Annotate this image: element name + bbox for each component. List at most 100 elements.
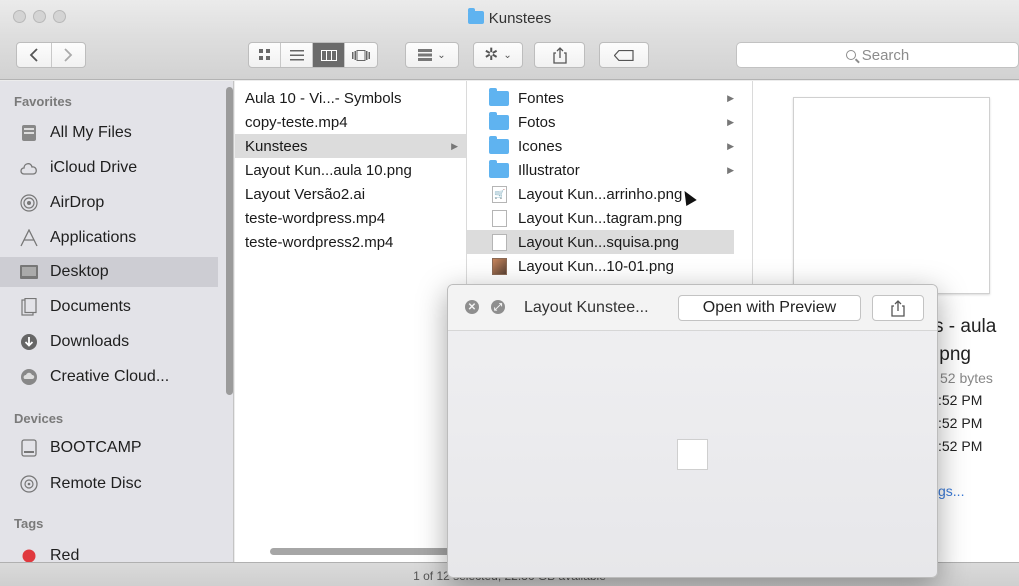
preview-opened-date: :52 PM <box>938 438 983 454</box>
list-item-file[interactable]: Layout Kun...tagram.png <box>467 206 752 230</box>
view-mode-switcher <box>248 42 378 68</box>
list-item-file[interactable]: Layout Kun...arrinho.png <box>467 182 752 206</box>
item-label: Layout Kun...arrinho.png <box>518 185 683 203</box>
window-title: Kunstees <box>0 8 1019 27</box>
sidebar-item-airdrop[interactable]: AirDrop <box>0 188 218 218</box>
item-label: copy-teste.mp4 <box>245 113 348 131</box>
list-item[interactable]: copy-teste.mp4 <box>235 110 466 134</box>
sidebar-item-label: AirDrop <box>50 194 105 211</box>
sidebar-section-tags: Tags <box>14 516 44 531</box>
sidebar-item-applications[interactable]: Applications <box>0 223 218 253</box>
list-item-folder[interactable]: Fotos ▶ <box>467 110 752 134</box>
cover-flow-view-button[interactable] <box>345 43 377 67</box>
list-item[interactable]: Layout Versão2.ai <box>235 182 466 206</box>
list-item[interactable]: Aula 10 - Vi...- Symbols <box>235 86 466 110</box>
back-button[interactable] <box>17 43 52 67</box>
list-item-folder[interactable]: Illustrator ▶ <box>467 158 752 182</box>
list-view-button[interactable] <box>281 43 313 67</box>
sidebar-item-creative-cloud[interactable]: Creative Cloud... <box>0 362 218 392</box>
finder-window: Kunstees ⌄ ✲ ⌄ Search Favorites All My F… <box>0 0 1019 586</box>
list-item-folder[interactable]: Fontes ▶ <box>467 86 752 110</box>
sidebar-item-desktop[interactable]: Desktop <box>0 257 218 287</box>
list-item-file-selected[interactable]: Layout Kun...squisa.png <box>467 230 734 254</box>
forward-button[interactable] <box>52 43 86 67</box>
preview-modified-date: :52 PM <box>938 415 983 431</box>
applications-icon <box>18 228 40 248</box>
sidebar-scrollbar[interactable] <box>226 87 233 395</box>
sidebar-item-documents[interactable]: Documents <box>0 292 218 322</box>
arrange-button[interactable]: ⌄ <box>405 42 459 68</box>
list-item[interactable]: teste-wordpress2.mp4 <box>235 230 466 254</box>
action-button[interactable]: ✲ ⌄ <box>473 42 523 68</box>
sidebar-item-label: Desktop <box>50 263 109 280</box>
item-label: Layout Kun...aula 10.png <box>245 161 412 179</box>
search-input[interactable]: Search <box>736 42 1019 68</box>
chevron-left-icon <box>29 48 38 62</box>
tags-button[interactable] <box>599 42 649 68</box>
quick-look-title: Layout Kunstee... <box>524 299 649 316</box>
cover-flow-icon <box>352 49 370 61</box>
item-label: Layout Versão2.ai <box>245 185 366 203</box>
sidebar-item-icloud-drive[interactable]: iCloud Drive <box>0 153 218 183</box>
open-with-preview-button[interactable]: Open with Preview <box>678 295 861 321</box>
quick-look-toolbar: ✕ ⤢ Layout Kunstee... Open with Preview <box>448 285 937 331</box>
quick-look-image <box>677 439 708 470</box>
quick-look-share-button[interactable] <box>872 295 924 321</box>
quick-look-fullscreen-button[interactable]: ⤢ <box>491 300 505 314</box>
column-view-button[interactable] <box>313 43 345 67</box>
image-file-icon <box>492 257 507 275</box>
folder-icon <box>489 135 509 154</box>
quick-look-panel: ✕ ⤢ Layout Kunstee... Open with Preview <box>447 284 938 578</box>
sidebar-item-downloads[interactable]: Downloads <box>0 327 218 357</box>
all-files-icon <box>18 123 40 143</box>
folder-icon <box>489 111 509 130</box>
list-item[interactable]: Layout Kun...aula 10.png <box>235 158 466 182</box>
airdrop-icon <box>18 193 40 213</box>
drive-icon <box>18 438 40 458</box>
item-label: Layout Kun...tagram.png <box>518 209 683 227</box>
preview-thumbnail <box>793 97 990 294</box>
item-label: teste-wordpress2.mp4 <box>245 233 394 251</box>
disclosure-arrow-icon: ▶ <box>727 140 734 151</box>
item-label: Kunstees <box>245 137 308 155</box>
horizontal-scrollbar[interactable] <box>270 548 450 555</box>
sidebar: Favorites All My Files iCloud Drive AirD… <box>0 81 234 564</box>
tag-icon <box>614 49 634 61</box>
list-item[interactable]: teste-wordpress.mp4 <box>235 206 466 230</box>
disclosure-arrow-icon: ▶ <box>727 92 734 103</box>
column-view-icon <box>320 49 337 61</box>
search-placeholder: Search <box>861 46 910 64</box>
share-icon <box>552 46 567 64</box>
downloads-icon <box>18 332 40 352</box>
cart-file-icon <box>492 185 507 203</box>
icon-view-button[interactable] <box>249 43 281 67</box>
icon-view-icon <box>258 49 270 60</box>
column-desktop: Aula 10 - Vi...- Symbols copy-teste.mp4 … <box>235 81 467 562</box>
sidebar-item-remote-disc[interactable]: Remote Disc <box>0 469 218 499</box>
disclosure-arrow-icon: ▶ <box>727 116 734 127</box>
item-label: Layout Kun...squisa.png <box>518 233 679 251</box>
chevron-down-icon: ⌄ <box>503 49 512 61</box>
preview-add-tags-link[interactable]: gs... <box>938 483 964 499</box>
folder-icon <box>467 8 484 24</box>
disc-icon <box>18 474 40 494</box>
share-icon <box>891 299 905 317</box>
creative-cloud-icon <box>18 367 40 387</box>
quick-look-close-button[interactable]: ✕ <box>465 300 479 314</box>
sidebar-item-label: All My Files <box>50 124 132 141</box>
folder-icon <box>489 87 509 106</box>
sidebar-item-label: Creative Cloud... <box>50 368 170 385</box>
list-item-kunstees[interactable]: Kunstees ▶ <box>235 134 466 158</box>
sidebar-item-all-my-files[interactable]: All My Files <box>0 118 218 148</box>
item-label: teste-wordpress.mp4 <box>245 209 386 227</box>
sidebar-item-bootcamp[interactable]: BOOTCAMP <box>0 433 218 463</box>
list-item-file[interactable]: Layout Kun...10-01.png <box>467 254 752 278</box>
gear-icon: ✲ <box>484 45 499 64</box>
share-button[interactable] <box>534 42 585 68</box>
cloud-icon <box>18 158 40 178</box>
item-label: Aula 10 - Vi...- Symbols <box>245 89 402 107</box>
title-bar: Kunstees <box>0 0 1019 36</box>
documents-icon <box>18 297 40 317</box>
list-item-folder[interactable]: Icones ▶ <box>467 134 752 158</box>
search-icon <box>845 50 856 60</box>
